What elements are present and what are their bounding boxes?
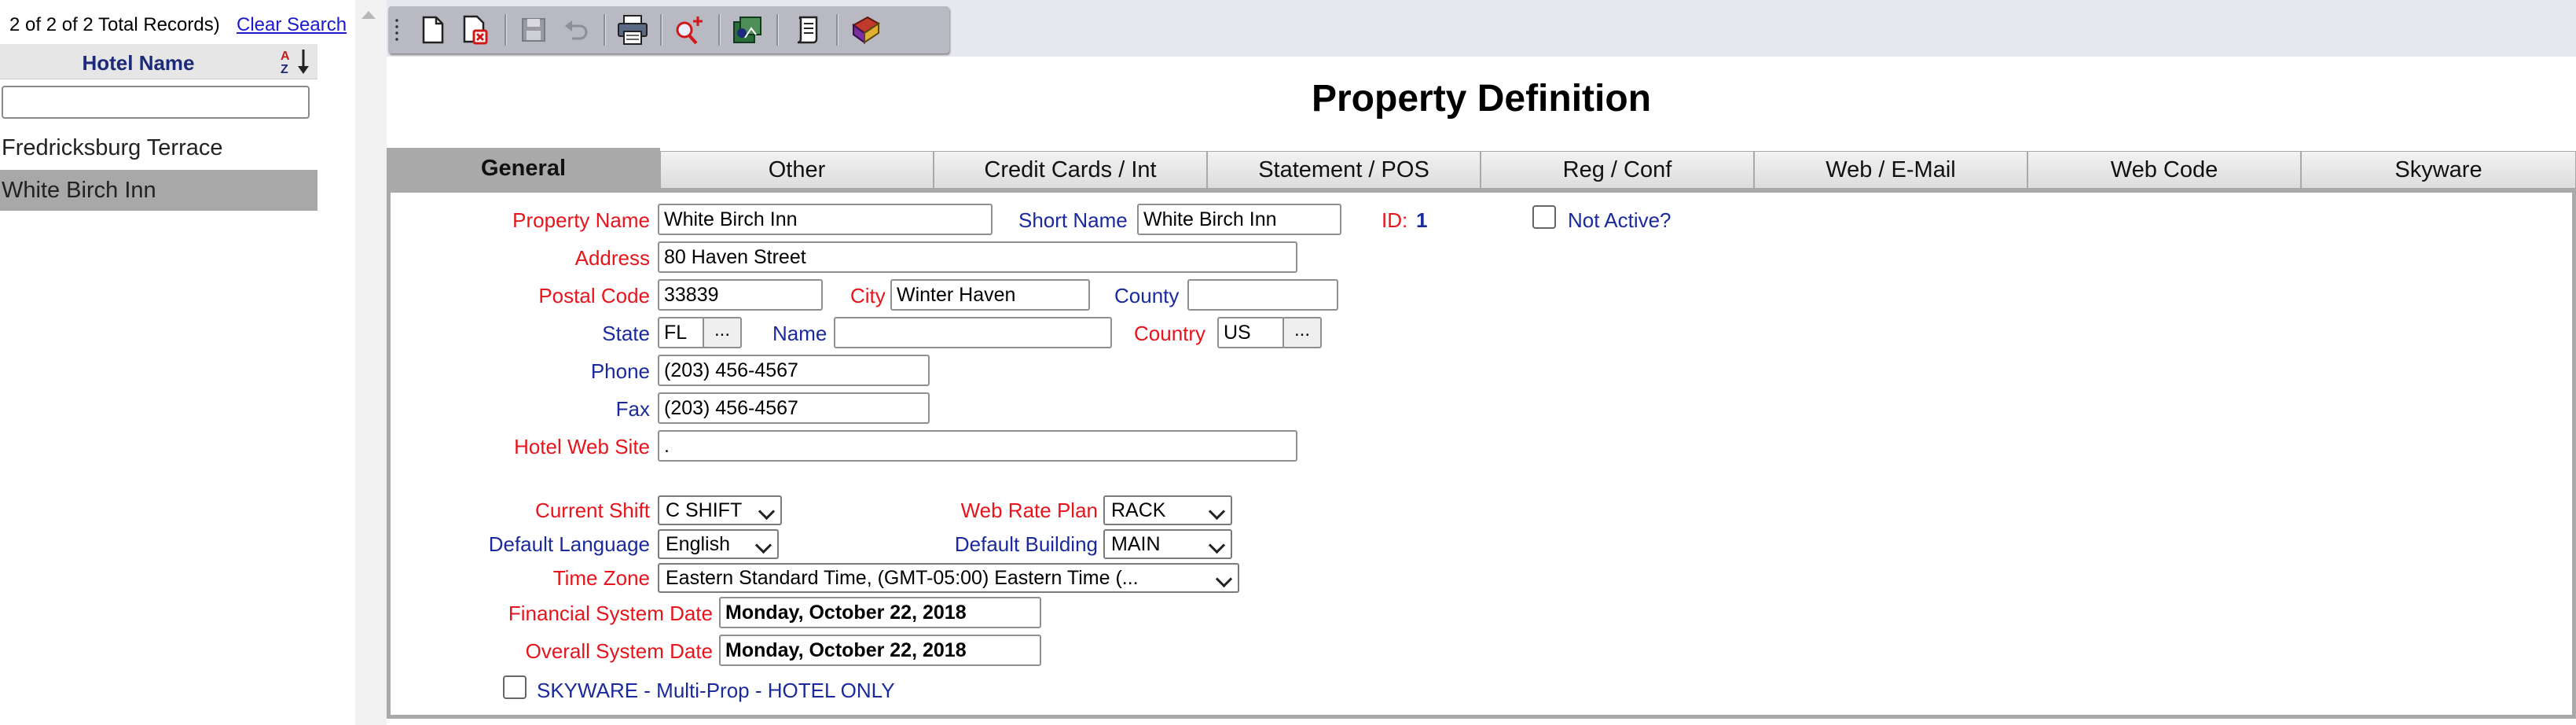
web-rate-plan-select[interactable]: RACK	[1103, 495, 1232, 525]
overall-system-date-input[interactable]	[719, 635, 1041, 666]
property-name-input[interactable]	[658, 204, 993, 235]
svg-text:A: A	[281, 50, 290, 63]
county-input[interactable]	[1187, 279, 1338, 311]
hotel-list-item-selected[interactable]: White Birch Inn	[0, 170, 317, 211]
skyware-checkbox[interactable]	[503, 675, 527, 699]
toolbar-grip-icon[interactable]	[394, 17, 399, 44]
delete-document-icon[interactable]	[454, 9, 497, 50]
county-label: County	[1114, 284, 1180, 307]
hotel-list-item[interactable]: Fredricksburg Terrace	[0, 127, 317, 168]
fax-label: Fax	[615, 397, 650, 421]
city-label: City	[850, 284, 886, 307]
clear-search-link[interactable]: Clear Search	[237, 14, 347, 36]
fax-input[interactable]	[658, 392, 930, 424]
property-name-label: Property Name	[512, 208, 650, 232]
default-language-value: English	[666, 533, 730, 555]
city-input[interactable]	[890, 279, 1090, 311]
tab-general[interactable]: General	[387, 148, 660, 189]
chevron-down-icon	[1215, 570, 1233, 588]
tab-web-email[interactable]: Web / E-Mail	[1754, 151, 2027, 189]
hotel-web-site-label: Hotel Web Site	[514, 435, 650, 458]
toolbar-separator	[505, 14, 507, 46]
tab-skyware[interactable]: Skyware	[2301, 151, 2576, 189]
hotel-name-filter-input[interactable]	[2, 86, 310, 119]
toolbar-separator	[718, 14, 721, 46]
phone-label: Phone	[590, 359, 650, 383]
chevron-down-icon	[754, 536, 772, 554]
web-rate-plan-label: Web Rate Plan	[960, 499, 1098, 522]
scroll-up-arrow-icon[interactable]	[361, 11, 376, 19]
time-zone-value: Eastern Standard Time, (GMT-05:00) Easte…	[666, 567, 1139, 589]
toolbar-separator	[836, 14, 838, 46]
toolbar-separator	[604, 14, 606, 46]
records-count: 2 of 2 of 2 Total Records)	[9, 14, 220, 35]
toolbar-separator	[776, 14, 779, 46]
new-document-icon[interactable]	[412, 9, 454, 50]
financial-system-date-label: Financial System Date	[508, 602, 713, 625]
time-zone-label: Time Zone	[552, 566, 650, 590]
default-language-select[interactable]: English	[658, 529, 779, 559]
svg-text:Z: Z	[281, 63, 288, 75]
short-name-label: Short Name	[1018, 208, 1128, 232]
save-icon[interactable]	[512, 9, 555, 50]
country-input[interactable]	[1217, 317, 1285, 348]
page-title: Property Definition	[1311, 78, 1652, 120]
panel-splitter[interactable]	[355, 0, 387, 725]
book-icon[interactable]	[844, 9, 886, 50]
chevron-down-icon	[1208, 502, 1226, 521]
short-name-input[interactable]	[1137, 204, 1341, 235]
not-active-checkbox[interactable]	[1532, 205, 1556, 229]
current-shift-select[interactable]: C SHIFT	[658, 495, 782, 525]
state-label: State	[602, 322, 650, 345]
default-building-label: Default Building	[954, 532, 1098, 556]
scroll-icon[interactable]	[786, 9, 828, 50]
state-input[interactable]	[658, 317, 706, 348]
tab-statement-pos[interactable]: Statement / POS	[1207, 151, 1481, 189]
current-shift-value: C SHIFT	[666, 499, 743, 521]
state-lookup-button[interactable]: ...	[703, 317, 742, 348]
hotel-name-header-label: Hotel Name	[82, 51, 195, 75]
financial-system-date-input[interactable]	[719, 597, 1041, 628]
id-label: ID:	[1382, 208, 1408, 232]
tab-reg-conf[interactable]: Reg / Conf	[1481, 151, 1754, 189]
report-icon[interactable]	[726, 9, 769, 50]
web-rate-plan-value: RACK	[1111, 499, 1166, 521]
general-form: Property Name Short Name ID: 1 Not Activ…	[387, 189, 2576, 719]
id-value: 1	[1416, 208, 1428, 232]
postal-code-input[interactable]	[658, 279, 823, 311]
address-label: Address	[574, 246, 650, 270]
search-add-icon[interactable]	[668, 9, 710, 50]
country-label: Country	[1134, 322, 1206, 345]
tab-other[interactable]: Other	[660, 151, 934, 189]
current-shift-label: Current Shift	[535, 499, 650, 522]
state-name-label: Name	[772, 322, 827, 345]
default-building-select[interactable]: MAIN	[1103, 529, 1232, 559]
address-input[interactable]	[658, 241, 1297, 273]
sort-az-icon[interactable]: A Z	[280, 47, 316, 75]
overall-system-date-label: Overall System Date	[525, 639, 713, 663]
print-icon[interactable]	[611, 9, 654, 50]
toolbar	[388, 6, 949, 53]
tab-credit-cards[interactable]: Credit Cards / Int	[934, 151, 1207, 189]
chevron-down-icon	[1208, 536, 1226, 554]
hotel-name-column-header[interactable]: Hotel Name A Z	[0, 44, 317, 79]
skyware-label: SKYWARE - Multi-Prop - HOTEL ONLY	[537, 679, 895, 702]
not-active-label: Not Active?	[1568, 208, 1671, 232]
tab-web-code[interactable]: Web Code	[2027, 151, 2301, 189]
hotel-web-site-input[interactable]	[658, 430, 1297, 462]
postal-code-label: Postal Code	[538, 284, 650, 307]
chevron-down-icon	[758, 502, 776, 521]
time-zone-select[interactable]: Eastern Standard Time, (GMT-05:00) Easte…	[658, 563, 1239, 593]
state-name-input[interactable]	[834, 317, 1112, 348]
country-lookup-button[interactable]: ...	[1282, 317, 1322, 348]
tab-bar: General Other Credit Cards / Int Stateme…	[387, 148, 2576, 189]
undo-icon[interactable]	[555, 9, 597, 50]
default-language-label: Default Language	[488, 532, 650, 556]
toolbar-separator	[660, 14, 662, 46]
hotel-list-panel: 2 of 2 of 2 Total Records) Clear Search …	[0, 0, 355, 725]
phone-input[interactable]	[658, 355, 930, 386]
default-building-value: MAIN	[1111, 533, 1161, 555]
